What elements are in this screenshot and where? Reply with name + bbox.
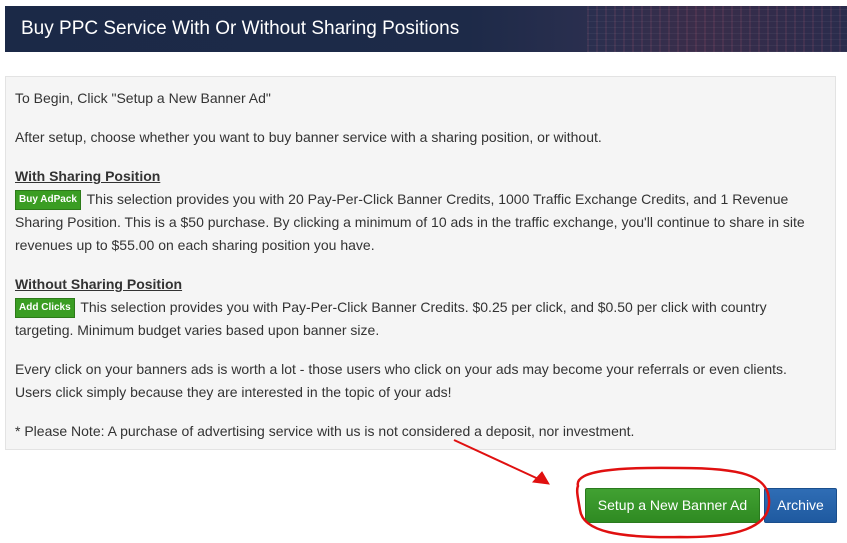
without-sharing-text: This selection provides you with Pay-Per… — [15, 299, 767, 338]
archive-button[interactable]: Archive — [764, 488, 837, 523]
setup-new-banner-ad-button[interactable]: Setup a New Banner Ad — [585, 488, 760, 523]
page-title: Buy PPC Service With Or Without Sharing … — [21, 18, 460, 39]
intro-after-setup-text: After setup, choose whether you want to … — [15, 129, 602, 145]
red-arrowhead — [531, 471, 550, 485]
deposit-note-text: * Please Note: A purchase of advertising… — [15, 423, 635, 439]
page-header: Buy PPC Service With Or Without Sharing … — [5, 6, 847, 52]
clicks-note-text: Every click on your banners ads is worth… — [15, 361, 787, 400]
with-sharing-text: This selection provides you with 20 Pay-… — [15, 191, 805, 253]
with-sharing-title: With Sharing Position — [15, 168, 161, 184]
info-panel: To Begin, Click "Setup a New Banner Ad" … — [5, 76, 836, 450]
buy-adpack-badge: Buy AdPack — [15, 190, 81, 211]
header-background-image — [587, 6, 847, 52]
with-sharing-section: Buy AdPack This selection provides you w… — [15, 188, 826, 257]
without-sharing-title: Without Sharing Position — [15, 276, 183, 292]
without-sharing-section: Add Clicks This selection provides you w… — [15, 296, 826, 342]
add-clicks-badge: Add Clicks — [15, 298, 75, 319]
intro-begin-text: To Begin, Click "Setup a New Banner Ad" — [15, 90, 271, 106]
